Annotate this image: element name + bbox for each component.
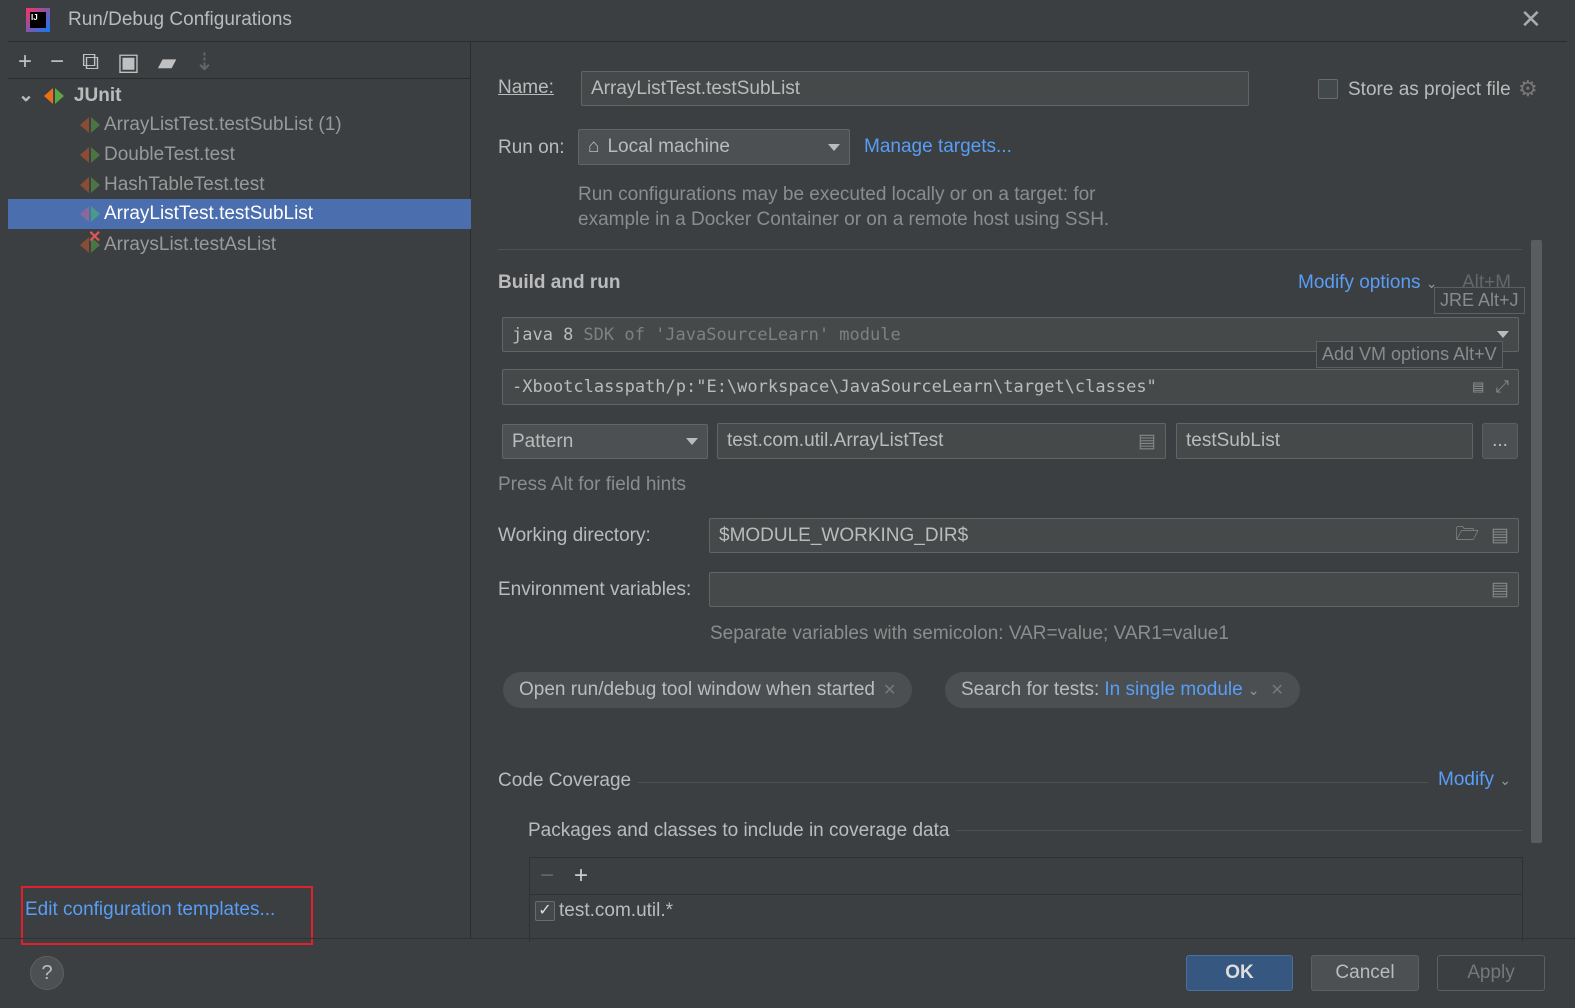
run-on-label: Run on:: [498, 137, 565, 158]
sort-icon[interactable]: ⇣: [194, 48, 214, 77]
run-on-hint-2: example in a Docker Container or on a re…: [578, 209, 1110, 230]
field-hints: Press Alt for field hints: [498, 474, 686, 495]
open-tool-window-chip[interactable]: Open run/debug tool window when started ✕: [503, 672, 913, 708]
coverage-title: Code Coverage: [498, 770, 632, 791]
search-scope-link[interactable]: In single module: [1104, 679, 1242, 701]
add-icon[interactable]: +: [18, 48, 32, 77]
remove-icon[interactable]: −: [50, 48, 64, 77]
document-icon[interactable]: ▤: [1138, 430, 1156, 453]
junit-error-icon: ✕: [80, 229, 101, 253]
folder-icon[interactable]: 🗁: [1455, 520, 1479, 552]
chevron-down-icon[interactable]: ⌄: [18, 84, 34, 107]
ok-button[interactable]: OK: [1186, 955, 1293, 991]
add-icon[interactable]: +: [574, 862, 588, 890]
vm-options-tooltip: Add VM options Alt+V: [1316, 341, 1503, 368]
new-folder-icon[interactable]: ▰: [158, 48, 176, 77]
package-row[interactable]: ✓ test.com.util.*: [530, 895, 1522, 927]
edit-templates-link[interactable]: Edit configuration templates...: [25, 899, 275, 921]
document-icon[interactable]: ▤: [1491, 524, 1509, 547]
tree-item-selected[interactable]: ArrayListTest.testSubList: [8, 199, 471, 229]
store-project-label[interactable]: Store as project file: [1348, 79, 1511, 101]
cancel-button[interactable]: Cancel: [1311, 955, 1419, 991]
chevron-down-icon: [1497, 331, 1509, 338]
run-on-dropdown[interactable]: ⌂ Local machine: [578, 129, 850, 165]
build-run-title: Build and run: [498, 272, 621, 293]
jre-shortcut-tooltip: JRE Alt+J: [1434, 287, 1525, 314]
vm-options-input[interactable]: -Xbootclasspath/p:"E:\workspace\JavaSour…: [502, 369, 1519, 405]
junit-config-icon: [80, 117, 100, 133]
junit-config-icon: [80, 177, 100, 193]
help-button[interactable]: ?: [30, 956, 64, 990]
junit-config-icon: [80, 147, 100, 163]
name-label: Name:: [498, 77, 554, 98]
coverage-modify-link[interactable]: Modify ⌄: [1438, 769, 1511, 791]
tree-root-junit[interactable]: ⌄ JUnit: [18, 84, 121, 107]
gear-icon[interactable]: ⚙: [1518, 76, 1538, 102]
document-icon[interactable]: ▤: [1473, 377, 1483, 397]
close-icon[interactable]: ✕: [1520, 4, 1542, 35]
tree-toolbar: + − ⧉ ▣ ▰ ⇣: [18, 48, 214, 77]
junit-icon: [43, 87, 64, 104]
store-project-checkbox[interactable]: [1318, 79, 1338, 99]
browse-button[interactable]: ...: [1482, 423, 1518, 459]
save-icon[interactable]: ▣: [117, 48, 140, 77]
tree-item[interactable]: HashTableTest.test: [8, 170, 471, 200]
name-input[interactable]: ArrayListTest.testSubList: [581, 71, 1249, 106]
close-icon[interactable]: ✕: [1270, 680, 1283, 700]
env-hint: Separate variables with semicolon: VAR=v…: [710, 623, 1229, 644]
workdir-label: Working directory:: [498, 525, 651, 546]
tree-item[interactable]: ArrayListTest.testSubList (1): [8, 110, 471, 140]
expand-icon[interactable]: ⤢: [1495, 377, 1509, 397]
remove-icon: −: [540, 862, 555, 889]
test-method-input[interactable]: testSubList: [1176, 423, 1473, 459]
tree-item[interactable]: DoubleTest.test: [8, 140, 471, 170]
test-kind-dropdown[interactable]: Pattern: [502, 424, 708, 459]
run-on-hint: Run configurations may be executed local…: [578, 184, 1096, 205]
env-label: Environment variables:: [498, 579, 692, 600]
chevron-down-icon[interactable]: ⌄: [1248, 682, 1260, 699]
app-logo-icon: IJ: [26, 8, 50, 32]
env-input[interactable]: ▤: [709, 572, 1519, 607]
test-class-input[interactable]: test.com.util.ArrayListTest ▤: [717, 423, 1166, 459]
workdir-input[interactable]: $MODULE_WORKING_DIR$ 🗁 ▤: [709, 518, 1519, 553]
chevron-down-icon: [686, 438, 698, 445]
window-title: Run/Debug Configurations: [68, 9, 292, 30]
manage-targets-link[interactable]: Manage targets...: [864, 136, 1012, 158]
home-icon: ⌂: [588, 136, 600, 157]
packages-title: Packages and classes to include in cover…: [528, 820, 950, 841]
scrollbar[interactable]: [1531, 240, 1542, 843]
document-icon[interactable]: ▤: [1491, 578, 1509, 601]
apply-button[interactable]: Apply: [1437, 955, 1545, 991]
packages-table: − + ✓ test.com.util.*: [529, 857, 1523, 942]
package-checkbox[interactable]: ✓: [535, 901, 555, 921]
close-icon[interactable]: ✕: [883, 680, 896, 700]
search-tests-chip[interactable]: Search for tests: In single module ⌄ ✕: [945, 672, 1300, 708]
modify-options-link[interactable]: Modify options ⌄: [1298, 272, 1438, 294]
tree-item[interactable]: ✕ ArraysList.testAsList: [8, 229, 471, 260]
junit-config-icon: [80, 206, 100, 222]
copy-icon[interactable]: ⧉: [82, 48, 99, 77]
chevron-down-icon: [828, 143, 840, 151]
